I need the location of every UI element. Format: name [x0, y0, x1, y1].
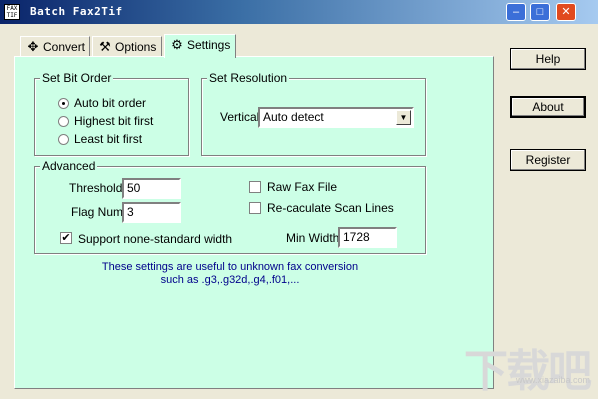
flag-num-input[interactable]: 3	[122, 202, 181, 223]
radio-auto-bit-order-label[interactable]: Auto bit order	[74, 96, 146, 110]
radio-least-bit-first-label[interactable]: Least bit first	[74, 132, 142, 146]
support-width-checkbox[interactable]: ✔	[60, 232, 72, 244]
watermark-logo: 下载吧	[464, 347, 592, 396]
watermark-url: www.xiazaiba.com	[515, 375, 590, 385]
resolution-title: Set Resolution	[207, 71, 290, 85]
threshold-input[interactable]: 50	[122, 178, 181, 199]
advanced-title: Advanced	[40, 159, 98, 173]
tab-options-label: Options	[115, 40, 157, 54]
vertical-select[interactable]: Auto detect ▼	[258, 107, 414, 128]
radio-highest-bit-first-label[interactable]: Highest bit first	[74, 114, 153, 128]
tab-convert-label: Convert	[43, 40, 86, 54]
close-button[interactable]: ✕	[556, 3, 576, 21]
support-width-label[interactable]: Support none-standard width	[78, 232, 232, 246]
info-line-1: These settings are useful to unknown fax…	[101, 261, 359, 273]
window-title: Batch Fax2Tif	[30, 5, 123, 18]
bit-order-title: Set Bit Order	[40, 71, 114, 85]
move-arrows-icon: ✥	[27, 39, 39, 54]
info-text: These settings are useful to unknown fax…	[34, 261, 426, 287]
minimize-button[interactable]: –	[506, 3, 526, 21]
settings-icon: ⚙	[171, 37, 183, 52]
min-width-label: Min Width	[286, 231, 340, 245]
app-icon: FAX TIF	[4, 4, 20, 20]
chevron-down-icon[interactable]: ▼	[396, 110, 411, 125]
help-button[interactable]: Help	[510, 48, 586, 70]
vertical-select-value: Auto detect	[263, 110, 324, 124]
tab-settings-label: Settings	[187, 38, 231, 52]
tab-convert[interactable]: ✥ Convert	[20, 36, 90, 58]
maximize-button[interactable]: □	[530, 3, 550, 21]
radio-highest-bit-first[interactable]	[58, 116, 69, 127]
title-bar[interactable]: FAX TIF Batch Fax2Tif – □ ✕	[0, 0, 598, 24]
radio-least-bit-first[interactable]	[58, 134, 69, 145]
min-width-input[interactable]: 1728	[338, 227, 397, 248]
recalc-scan-lines-label[interactable]: Re-caculate Scan Lines	[267, 201, 394, 215]
raw-fax-label[interactable]: Raw Fax File	[267, 180, 337, 194]
vertical-label: Vertical	[220, 110, 260, 124]
radio-auto-bit-order[interactable]	[58, 98, 69, 109]
raw-fax-checkbox[interactable]	[249, 181, 261, 193]
register-button[interactable]: Register	[510, 149, 586, 171]
info-line-2: such as .g3,.g32d,.g4,.f01,...	[160, 274, 300, 286]
tools-icon: ⚒	[99, 39, 111, 54]
threshold-label: Threshold	[69, 181, 123, 195]
tab-settings[interactable]: ⚙ Settings	[164, 34, 236, 58]
flag-num-label: Flag Num	[71, 205, 124, 219]
tab-options[interactable]: ⚒ Options	[92, 36, 162, 58]
recalc-scan-lines-checkbox[interactable]	[249, 202, 261, 214]
about-button[interactable]: About	[510, 96, 586, 118]
